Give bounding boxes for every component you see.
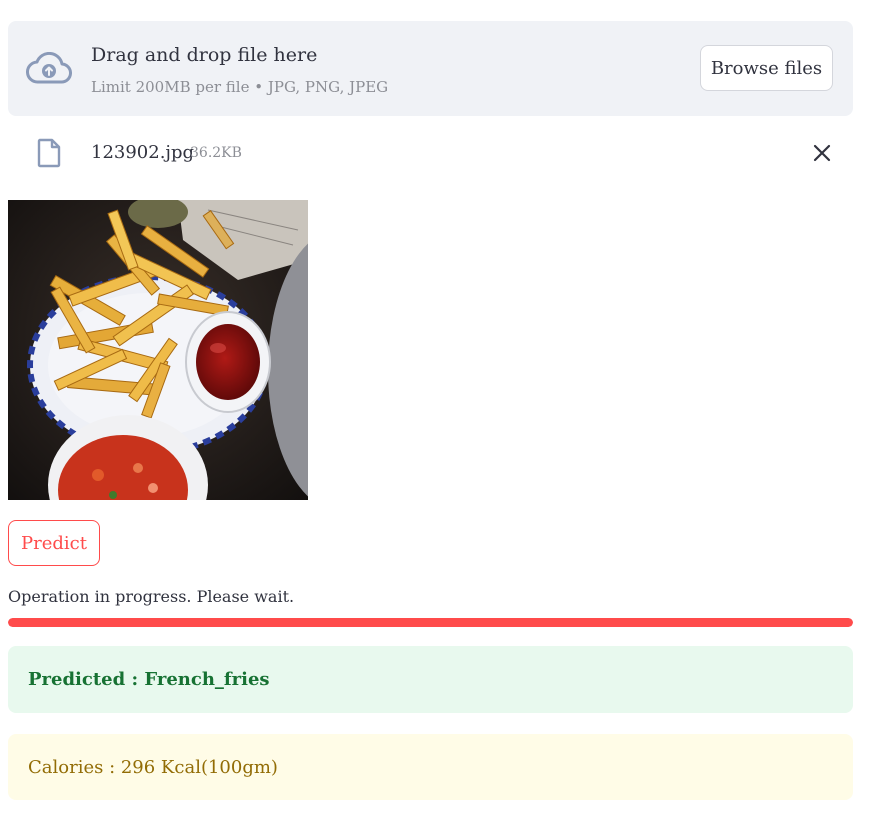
dropzone-limit-text: Limit 200MB per file • JPG, PNG, JPEG xyxy=(91,78,389,96)
progress-bar-fill xyxy=(8,618,853,627)
browse-files-button[interactable]: Browse files xyxy=(700,45,833,91)
predict-button[interactable]: Predict xyxy=(8,520,100,566)
uploaded-file-size: 36.2KB xyxy=(190,145,242,161)
progress-status-text: Operation in progress. Please wait. xyxy=(8,587,295,606)
file-icon xyxy=(37,138,61,168)
uploaded-file-name: 123902.jpg xyxy=(91,142,195,163)
close-icon[interactable] xyxy=(812,143,832,163)
uploaded-image xyxy=(8,200,308,500)
prediction-result-text: Predicted : French_fries xyxy=(28,669,270,690)
calories-result-text: Calories : 296 Kcal(100gm) xyxy=(28,757,278,778)
progress-bar xyxy=(8,618,853,627)
cloud-upload-icon xyxy=(26,52,72,84)
dropzone-title: Drag and drop file here xyxy=(91,44,318,66)
